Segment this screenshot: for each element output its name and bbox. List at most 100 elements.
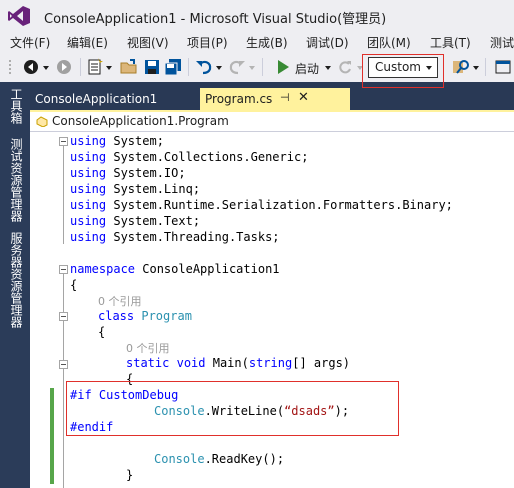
menu-tools[interactable]: 工具(T)	[430, 34, 471, 51]
fold-guide	[63, 274, 64, 488]
keyword: using	[70, 134, 107, 148]
menu-edit[interactable]: 编辑(E)	[67, 34, 108, 51]
back-icon[interactable]	[22, 58, 40, 76]
menu-project[interactable]: 项目(P)	[187, 34, 228, 51]
collapse-icon[interactable]	[59, 137, 68, 146]
namespace-ref: System;	[106, 134, 164, 148]
close-icon[interactable]: ✕	[298, 90, 309, 105]
start-button[interactable]: 启动	[295, 60, 319, 77]
back-dropdown-icon[interactable]	[43, 58, 49, 76]
keyword: using	[70, 182, 107, 196]
menu-view[interactable]: 视图(V)	[127, 34, 169, 51]
change-indicator	[50, 420, 54, 484]
code-line: using System.Collections.Generic;	[70, 149, 308, 165]
class-icon	[36, 116, 48, 127]
keyword: class	[98, 309, 135, 323]
code-line: using System.Runtime.Serialization.Forma…	[70, 197, 453, 213]
redo-dropdown-icon[interactable]	[249, 58, 255, 76]
title-bar: ConsoleApplication1 - Microsoft Visual S…	[0, 0, 514, 32]
reference-count[interactable]: 0 个引用	[98, 295, 142, 308]
tab-program-cs[interactable]: Program.cs ⊣ ✕	[200, 88, 350, 110]
side-tab-toolbox[interactable]: 工具箱	[8, 88, 23, 124]
reference-count[interactable]: 0 个引用	[126, 342, 170, 355]
save-all-icon[interactable]	[164, 58, 182, 76]
tab-consoleapplication1[interactable]: ConsoleApplication1	[30, 88, 200, 110]
forward-icon[interactable]	[55, 58, 73, 76]
menu-team[interactable]: 团队(M)	[367, 34, 411, 51]
code-line: namespace ConsoleApplication1	[70, 261, 280, 277]
refresh-icon[interactable]	[337, 58, 353, 76]
namespace-ref: System.IO;	[106, 166, 186, 180]
keyword: void	[176, 356, 206, 370]
keyword: using	[70, 230, 107, 244]
toolbar-separator	[262, 58, 263, 76]
code-line: using System.IO;	[70, 165, 186, 181]
code-line: Console.ReadKey();	[154, 451, 284, 467]
collapse-icon[interactable]	[59, 265, 68, 274]
menu-test[interactable]: 测试	[490, 34, 514, 51]
menu-debug[interactable]: 调试(D)	[306, 34, 349, 51]
code-editor[interactable]: using System; using System.Collections.G…	[30, 132, 514, 488]
navigation-path: ConsoleApplication1.Program	[52, 114, 229, 128]
side-tab-server-explorer[interactable]: 服务器资源管理器	[8, 232, 23, 328]
new-project-icon[interactable]	[86, 58, 104, 76]
namespace-name: ConsoleApplication1	[135, 262, 280, 276]
find-dropdown-icon[interactable]	[473, 58, 479, 76]
open-file-icon[interactable]	[120, 58, 138, 76]
class-name: Program	[141, 309, 192, 323]
code-line: }	[126, 467, 133, 483]
code-line: using System.Text;	[70, 213, 200, 229]
pin-icon[interactable]: ⊣	[280, 91, 290, 104]
menu-file[interactable]: 文件(F)	[10, 34, 50, 51]
tab-label: Program.cs	[205, 92, 273, 106]
tab-label: ConsoleApplication1	[35, 92, 158, 106]
namespace-ref: System.Runtime.Serialization.Formatters.…	[106, 198, 453, 212]
brace: {	[98, 325, 106, 339]
document-tab-bar: ConsoleApplication1 Program.cs ⊣ ✕	[30, 88, 514, 110]
navigation-bar[interactable]: ConsoleApplication1.Program	[30, 112, 514, 132]
keyword: namespace	[70, 262, 136, 276]
codelens[interactable]: 0 个引用	[126, 340, 170, 356]
parameters: [] args)	[292, 356, 351, 370]
redo-icon[interactable]	[228, 58, 246, 76]
start-dropdown-icon[interactable]	[325, 58, 331, 76]
namespace-ref: System.Threading.Tasks;	[106, 230, 280, 244]
highlight-box-configuration	[362, 54, 444, 88]
start-icon[interactable]	[276, 58, 290, 76]
toolbar-separator	[80, 58, 81, 76]
toolbar-separator	[485, 58, 486, 76]
code-line: using System.Linq;	[70, 181, 200, 197]
namespace-ref: System.Collections.Generic;	[106, 150, 309, 164]
menu-build[interactable]: 生成(B)	[246, 34, 288, 51]
code-line: using System;	[70, 133, 164, 149]
side-tool-panel: 工具箱 测试资源管理器 服务器资源管理器	[0, 82, 30, 488]
namespace-ref: System.Linq;	[106, 182, 201, 196]
code-line: using System.Threading.Tasks;	[70, 229, 280, 245]
toolbar-grip-icon	[9, 60, 11, 74]
fold-guide	[63, 146, 64, 244]
find-icon[interactable]	[452, 58, 470, 76]
keyword: using	[70, 166, 107, 180]
keyword: using	[70, 198, 107, 212]
keyword: static	[126, 356, 170, 370]
collapse-icon[interactable]	[59, 360, 68, 369]
change-indicator	[50, 388, 54, 420]
menu-bar: 文件(F) 编辑(E) 视图(V) 项目(P) 生成(B) 调试(D) 团队(M…	[0, 32, 514, 52]
code-line: {	[70, 277, 77, 293]
undo-icon[interactable]	[195, 58, 213, 76]
code-line: class Program	[98, 308, 192, 324]
keyword: string	[248, 356, 293, 370]
new-dropdown-icon[interactable]	[106, 58, 112, 76]
collapse-icon[interactable]	[59, 312, 68, 321]
brace: {	[70, 278, 78, 292]
codelens[interactable]: 0 个引用	[98, 293, 142, 309]
keyword: using	[70, 150, 107, 164]
attach-icon[interactable]	[494, 58, 512, 76]
type-name: Console	[154, 452, 205, 466]
side-tab-test-explorer[interactable]: 测试资源管理器	[8, 138, 23, 222]
undo-dropdown-icon[interactable]	[216, 58, 222, 76]
save-icon[interactable]	[143, 58, 161, 76]
visual-studio-logo-icon	[8, 6, 30, 26]
namespace-ref: System.Text;	[106, 214, 201, 228]
toolbar-separator	[188, 58, 189, 76]
